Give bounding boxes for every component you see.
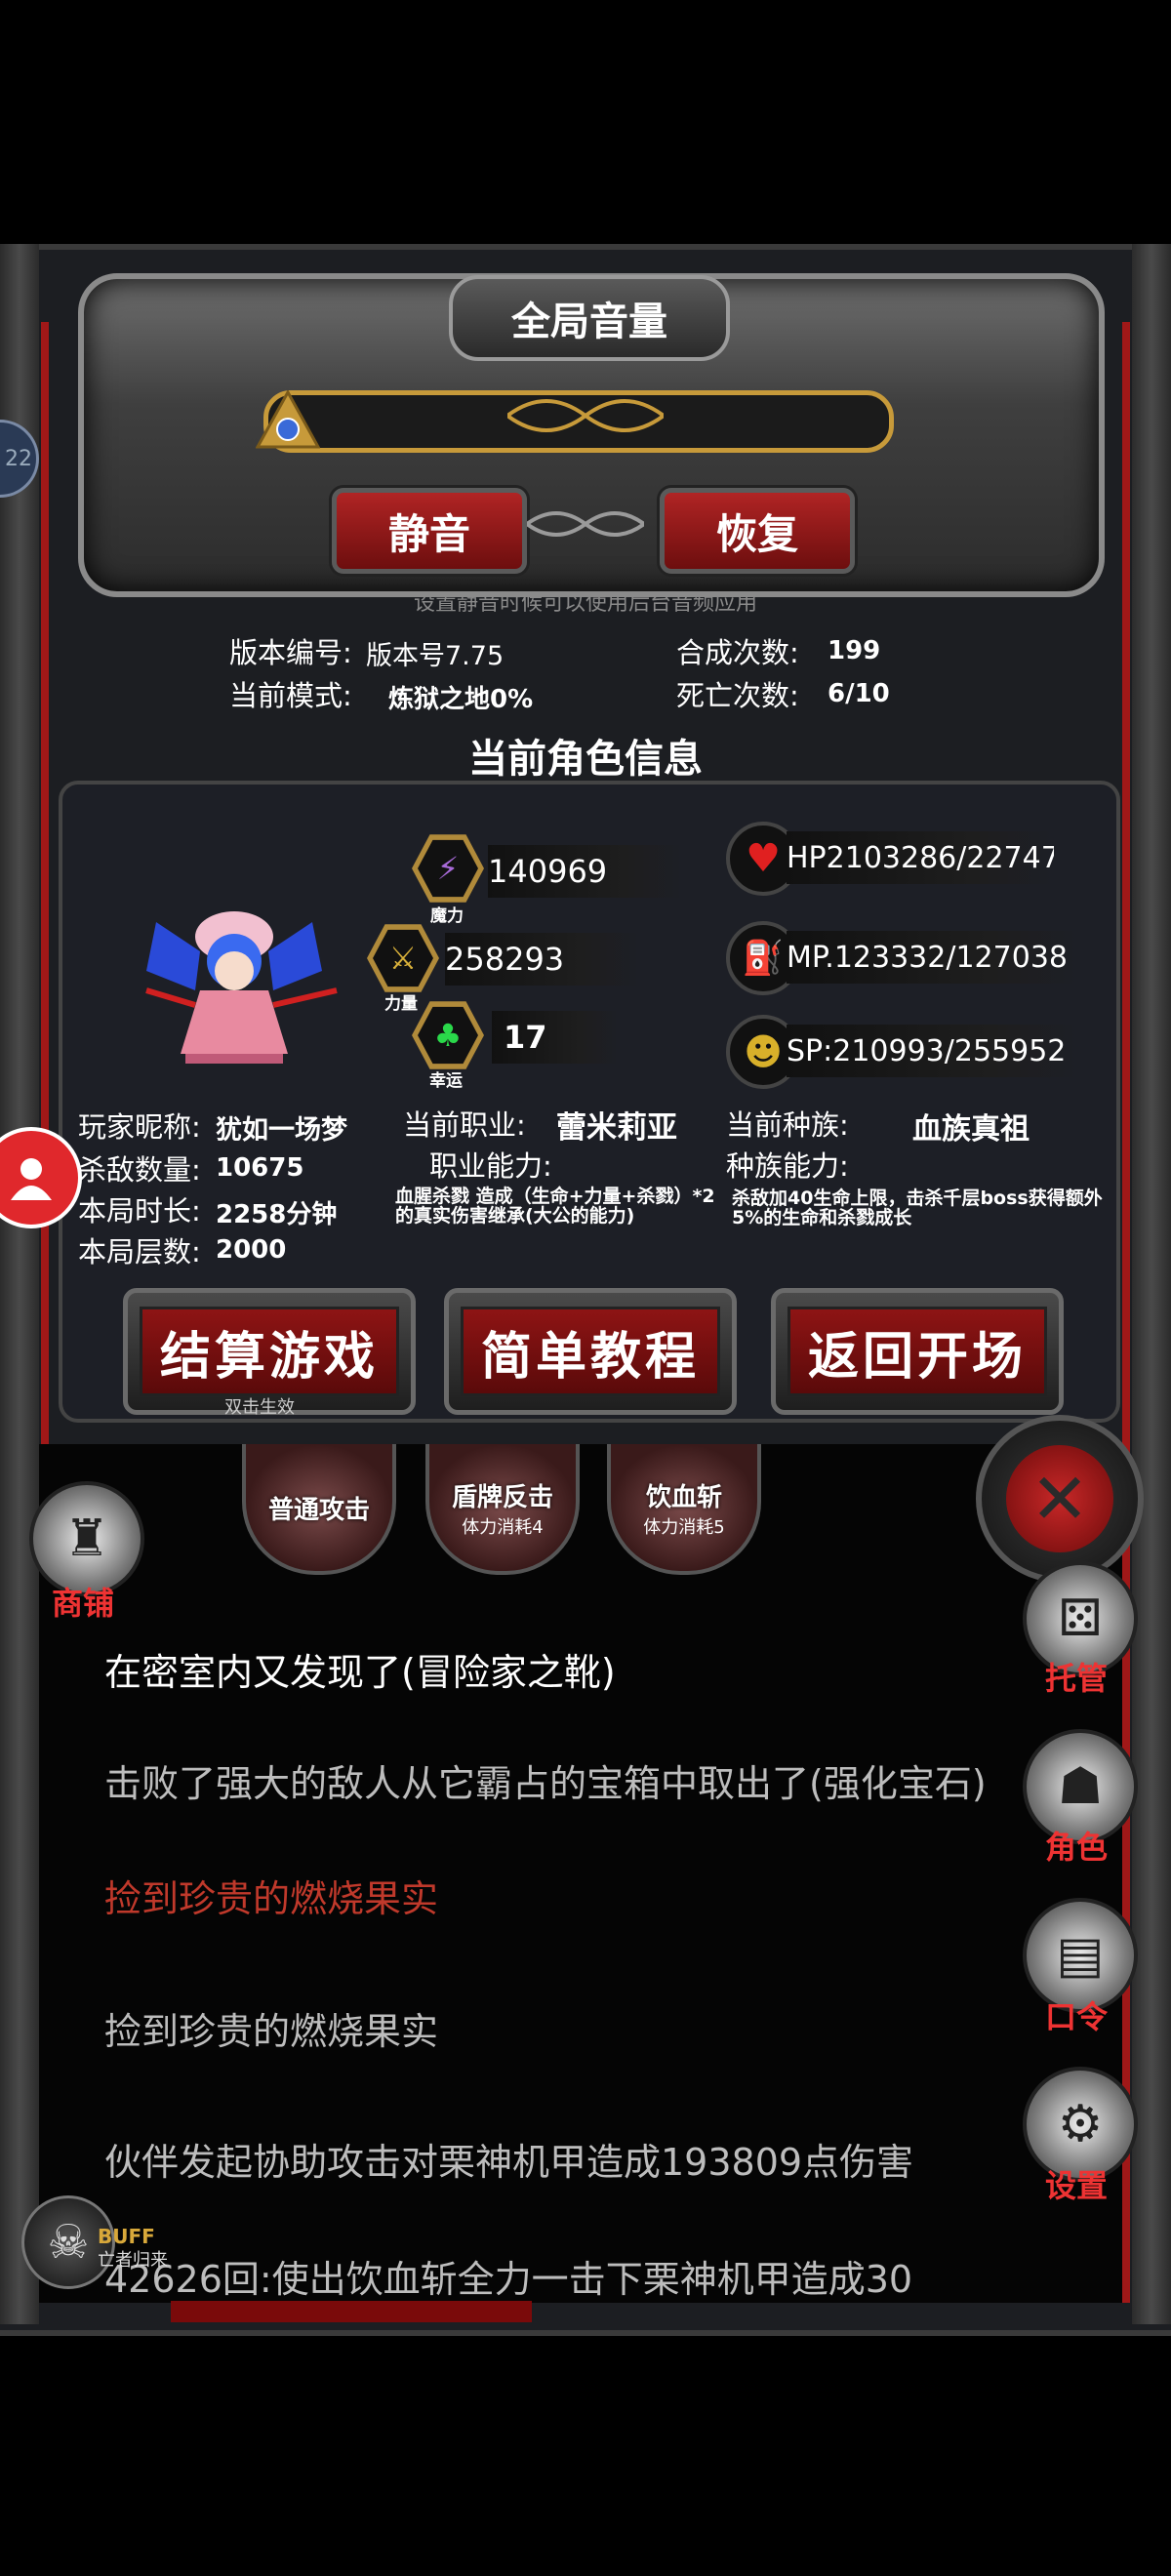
race-label: 当前种族:	[726, 1108, 849, 1142]
hooded-figure-icon: ☗	[1057, 1757, 1104, 1816]
bottom-progress	[171, 2301, 532, 2322]
craft-label: 合成次数:	[676, 636, 799, 669]
death-value: 6/10	[828, 679, 890, 708]
dice-icon: ⚄	[1058, 1590, 1103, 1648]
duration-label: 本局时长:	[78, 1194, 201, 1228]
volume-title: 全局音量	[449, 275, 730, 361]
floor-label: 本局层数:	[78, 1235, 201, 1268]
log-line: 42626回:使出饮血斩全力一击下栗神机甲造成30	[104, 2258, 913, 2301]
role-label: 角色	[1044, 1829, 1108, 1866]
user-icon	[11, 1158, 52, 1200]
magic-label: 魔力	[430, 906, 464, 926]
clover-icon: ♣	[418, 1006, 478, 1065]
duration-value: 2258分钟	[216, 1200, 338, 1229]
nickname-value: 犹如一场梦	[216, 1115, 347, 1146]
log-line: 在密室内又发现了(冒险家之靴)	[104, 1651, 616, 1694]
sp-value: SP:210993/255952	[787, 1025, 1079, 1077]
character-section-title: 当前角色信息	[468, 737, 703, 782]
race-value: 血族真祖	[912, 1112, 1030, 1147]
mute-button[interactable]: 静音	[332, 488, 527, 574]
log-line: 击败了强大的敌人从它霸占的宝箱中取出了(强化宝石)	[104, 1762, 987, 1805]
settings-label: 设置	[1044, 2167, 1108, 2204]
kills-value: 10675	[216, 1153, 304, 1183]
buff-sub-label: 亡者归来	[98, 2250, 168, 2271]
buff-label: BUFF	[98, 2225, 155, 2248]
close-button[interactable]: ✕	[976, 1415, 1144, 1583]
death-label: 死亡次数:	[676, 679, 799, 712]
code-label: 口令	[1044, 1998, 1108, 2035]
job-value: 蕾米莉亚	[556, 1110, 677, 1146]
magic-value: 140969	[488, 845, 683, 898]
mode-label: 当前模式:	[229, 679, 352, 712]
log-line: 捡到珍贵的燃烧果实	[104, 2010, 439, 2053]
character-sprite	[127, 883, 342, 1078]
kills-label: 杀敌数量:	[78, 1153, 201, 1187]
sword-icon: ⚔	[373, 929, 433, 987]
battle-log[interactable]: 在密室内又发现了(冒险家之靴) 击败了强大的敌人从它霸占的宝箱中取出了(强化宝石…	[39, 1444, 1122, 2303]
mode-value: 炼狱之地0%	[388, 685, 534, 714]
strength-label: 力量	[384, 994, 418, 1014]
tutorial-button[interactable]: 简单教程	[444, 1288, 737, 1415]
mute-hint: 设置静音时候可以使用后台音频应用	[413, 591, 757, 616]
job-ability-label: 职业能力:	[429, 1149, 552, 1183]
job-label: 当前职业:	[403, 1108, 526, 1142]
right-rail	[1132, 244, 1171, 2324]
shop-label: 商铺	[51, 1585, 114, 1622]
close-icon: ✕	[1006, 1445, 1113, 1552]
craft-value: 199	[828, 636, 881, 665]
magic-bolt-icon: ⚡	[418, 839, 478, 898]
race-ability-text: 杀敌加40生命上限，击杀千层boss获得额外5%的生命和杀戮成长	[732, 1187, 1103, 1228]
settle-hint: 双击生效	[224, 1397, 295, 1418]
button-divider-ornament	[525, 503, 646, 545]
mp-value: MP.123332/127038	[787, 931, 1079, 984]
auto-label: 托管	[1044, 1660, 1108, 1697]
strength-value: 258293	[445, 933, 640, 986]
log-line: 伙伴发起协助攻击对栗神机甲造成193809点伤害	[104, 2141, 914, 2184]
job-ability-text: 血腥杀戮 造成（生命+力量+杀戮）*2的真实伤害继承(大公的能力)	[395, 1186, 715, 1227]
luck-label: 幸运	[429, 1071, 463, 1091]
floor-value: 2000	[216, 1235, 287, 1265]
volume-knob[interactable]	[255, 388, 321, 453]
book-icon: ▤	[1056, 1926, 1105, 1985]
slider-ornament	[504, 386, 667, 445]
race-ability-label: 种族能力:	[726, 1149, 849, 1183]
shop-icon: ♜	[63, 1509, 110, 1568]
version-value: 版本号7.75	[366, 641, 505, 671]
hp-value: HP2103286/22747	[787, 831, 1054, 884]
return-start-button[interactable]: 返回开场	[771, 1288, 1064, 1415]
version-label: 版本编号:	[229, 636, 352, 669]
left-rail	[0, 244, 39, 2324]
restore-button[interactable]: 恢复	[660, 488, 855, 574]
log-line: 捡到珍贵的燃烧果实	[104, 1877, 439, 1920]
nickname-label: 玩家昵称:	[78, 1110, 201, 1144]
luck-value: 17	[492, 1011, 619, 1064]
gear-icon: ⚙	[1057, 2095, 1104, 2153]
